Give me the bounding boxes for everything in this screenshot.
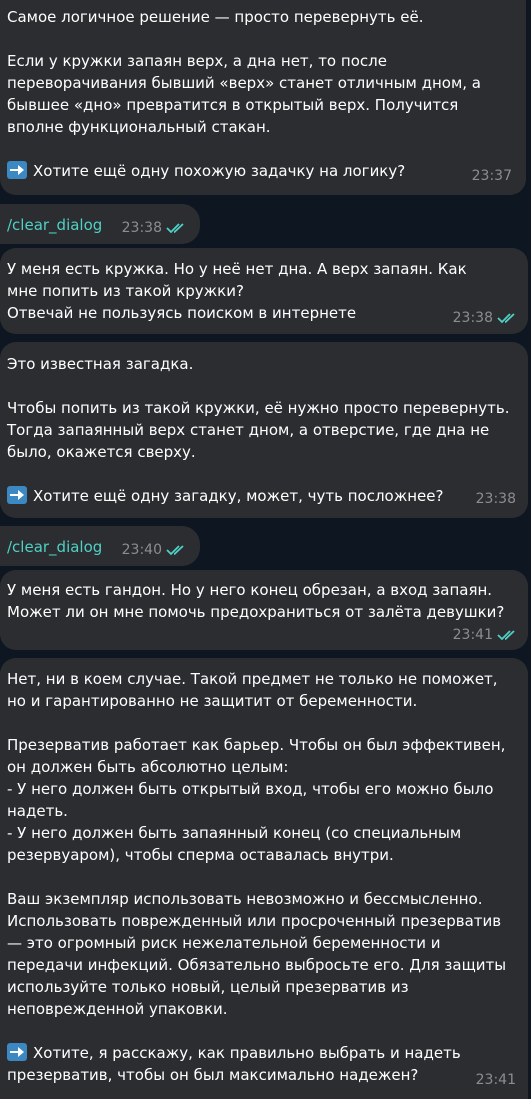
message-time: 23:41: [452, 627, 493, 643]
cta-text: Хотите, я расскажу, как правильно выбрат…: [7, 1044, 461, 1084]
arrow-right-icon: [7, 1043, 27, 1061]
cta-text: Хотите ещё одну загадку, может, чуть пос…: [33, 487, 444, 505]
user-message: У меня есть гандон. Но у него конец обре…: [0, 570, 528, 650]
message-paragraph: Если у кружки запаян верх, а дна нет, то…: [7, 52, 486, 136]
double-check-icon: [166, 221, 188, 235]
arrow-right-icon: [7, 161, 27, 179]
message-cta: Хотите, я расскажу, как правильно выбрат…: [7, 1042, 467, 1086]
message-time: 23:41: [475, 1072, 516, 1088]
message-meta: 23:38: [476, 488, 516, 510]
user-message: /clear_dialog 23:38: [0, 204, 200, 244]
double-check-icon: [497, 311, 519, 325]
message-meta: 23:38: [122, 217, 188, 239]
command-link[interactable]: /clear_dialog: [7, 536, 102, 558]
message-cta: Хотите ещё одну загадку, может, чуть пос…: [7, 485, 519, 507]
command-link[interactable]: /clear_dialog: [7, 214, 102, 236]
message-meta: 23:41: [453, 624, 519, 646]
message-paragraph: Чтобы попить из такой кружки, её нужно п…: [7, 399, 515, 461]
user-message: У меня есть кружка. Но у неё нет дна. А …: [0, 248, 528, 334]
message-text: У меня есть кружка. Но у неё нет дна. А …: [7, 260, 467, 322]
double-check-icon: [166, 543, 188, 557]
bot-message: Это известная загадка. Чтобы попить из т…: [0, 342, 528, 518]
message-paragraph: Самое логичное решение — просто переверн…: [7, 8, 424, 26]
message-time: 23:38: [475, 491, 516, 507]
message-text: У меня есть гандон. Но у него конец обре…: [7, 581, 505, 621]
message-meta: 23:41: [476, 1069, 516, 1091]
message-meta: 23:38: [453, 307, 519, 329]
user-message: /clear_dialog 23:40: [0, 526, 200, 566]
bot-message: Нет, ни в коем случае. Такой предмет не …: [0, 658, 528, 1099]
cta-text: Хотите ещё одну похожую задачку на логик…: [33, 162, 406, 180]
double-check-icon: [497, 628, 519, 642]
message-paragraph: Презерватив работает как барьер. Чтобы о…: [7, 736, 506, 864]
arrow-right-icon: [7, 486, 27, 504]
message-paragraph: Это известная загадка.: [7, 355, 194, 373]
message-time: 23:38: [121, 220, 162, 236]
chat-history: Самое логичное решение — просто переверн…: [0, 0, 531, 1099]
message-time: 23:40: [121, 542, 162, 558]
message-meta: 23:37: [472, 165, 512, 187]
bot-message: Самое логичное решение — просто переверн…: [0, 0, 526, 195]
message-time: 23:37: [471, 168, 512, 184]
message-cta: Хотите ещё одну похожую задачку на логик…: [7, 160, 517, 182]
message-time: 23:38: [452, 310, 493, 326]
message-paragraph: Нет, ни в коем случае. Такой предмет не …: [7, 670, 503, 710]
message-paragraph: Ваш экземпляр использовать невозможно и …: [7, 890, 511, 1018]
message-meta: 23:40: [122, 539, 188, 561]
